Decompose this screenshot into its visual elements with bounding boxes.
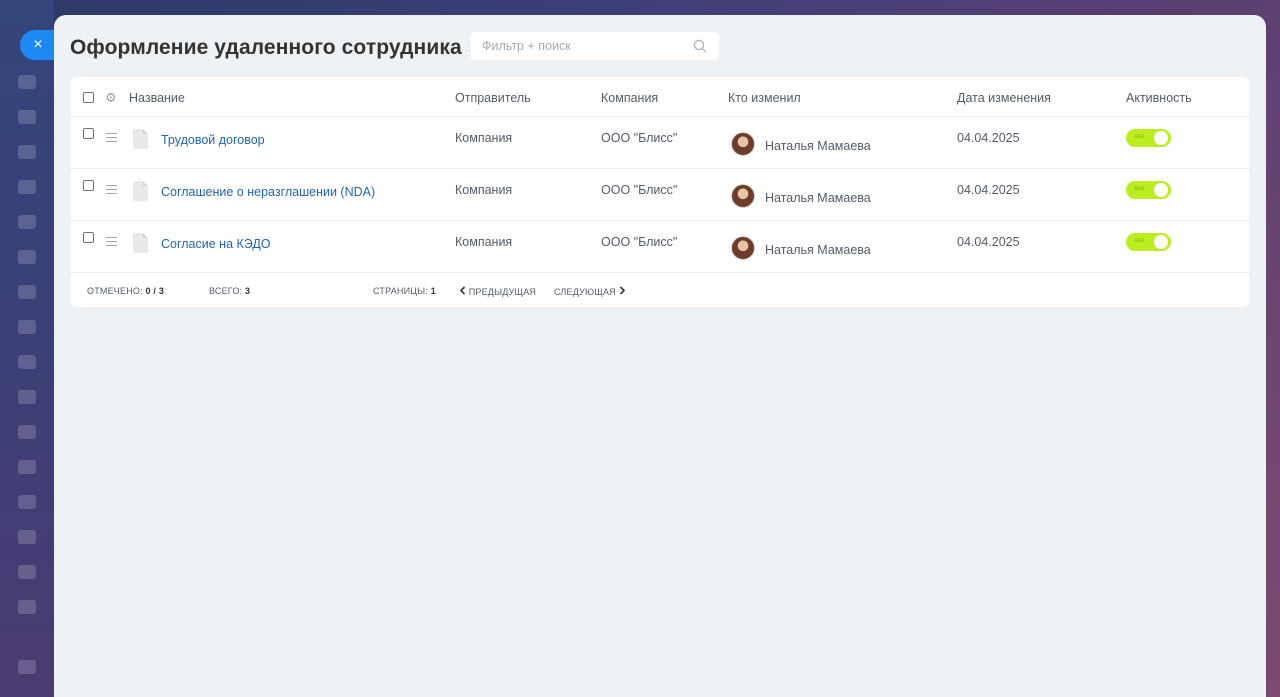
page-title: Оформление удаленного сотрудника	[70, 36, 462, 59]
table-row: Трудовой договор Компания ООО "Блисс" На…	[71, 117, 1249, 169]
background-menu-icon	[18, 320, 36, 334]
table-row: Согласие на КЭДО Компания ООО "Блисс" На…	[71, 221, 1249, 273]
pages-label: Страницы:	[373, 286, 428, 296]
active-toggle[interactable]: вкл	[1126, 181, 1171, 199]
search-input[interactable]: Фильтр + поиск	[470, 32, 719, 60]
background-menu-icon	[18, 75, 36, 89]
active-toggle[interactable]: вкл	[1126, 233, 1171, 251]
toggle-knob	[1154, 235, 1168, 249]
background-menu-icon	[18, 460, 36, 474]
avatar[interactable]	[731, 132, 755, 156]
page-count: Страницы: 1	[373, 286, 436, 296]
pages-value[interactable]: 1	[431, 286, 436, 296]
background-menu-icon	[18, 495, 36, 509]
selected-value: 0 / 3	[145, 286, 165, 296]
background-menu-icon	[18, 565, 36, 579]
documents-table: ⚙ Название Отправитель Компания Кто изме…	[71, 77, 1249, 307]
drag-handle-icon[interactable]	[106, 185, 117, 197]
company-cell: ООО "Блисс"	[601, 131, 678, 145]
column-header-sender[interactable]: Отправитель	[455, 91, 531, 105]
background-menu-icon	[18, 355, 36, 369]
avatar[interactable]	[731, 236, 755, 260]
date-cell: 04.04.2025	[957, 183, 1020, 197]
sender-cell: Компания	[455, 235, 513, 249]
background-menu-icon	[18, 110, 36, 124]
column-header-company[interactable]: Компания	[601, 91, 658, 105]
toggle-label: вкл	[1135, 186, 1145, 192]
select-all-checkbox[interactable]	[83, 92, 94, 103]
row-checkbox[interactable]	[83, 128, 94, 139]
document-icon	[133, 129, 148, 149]
chevron-right-icon	[619, 286, 625, 295]
table-footer: Отмечено: 0 / 3 Всего: 3 Страницы: 1 Пре…	[71, 273, 1249, 307]
background-menu-icon	[18, 390, 36, 404]
prev-page-button[interactable]: Предыдущая	[459, 286, 536, 297]
modified-by-name[interactable]: Наталья Мамаева	[765, 139, 871, 153]
row-checkbox[interactable]	[83, 232, 94, 243]
selected-count: Отмечено: 0 / 3	[87, 286, 164, 296]
column-header-active[interactable]: Активность	[1126, 91, 1192, 105]
background-sidebar	[0, 0, 54, 697]
total-value: 3	[244, 286, 251, 296]
modified-by-name[interactable]: Наталья Мамаева	[765, 191, 871, 205]
background-menu-icon	[18, 530, 36, 544]
document-name-link[interactable]: Согласие на КЭДО	[161, 237, 271, 251]
slider-panel: Оформление удаленного сотрудника Фильтр …	[54, 15, 1266, 697]
selected-label: Отмечено:	[87, 286, 143, 296]
document-name-link[interactable]: Соглашение о неразглашении (NDA)	[161, 185, 375, 199]
background-menu-icon	[18, 250, 36, 264]
total-label: Всего:	[209, 286, 243, 296]
sender-cell: Компания	[455, 183, 513, 197]
document-icon	[133, 233, 148, 253]
next-page-button[interactable]: Следующая	[554, 286, 626, 297]
toggle-knob	[1154, 131, 1168, 145]
prev-label: Предыдущая	[468, 287, 537, 297]
drag-handle-icon[interactable]	[106, 133, 117, 145]
toggle-label: вкл	[1135, 238, 1145, 244]
column-header-modified-date[interactable]: Дата изменения	[957, 91, 1051, 105]
background-menu-icon	[18, 660, 36, 674]
date-cell: 04.04.2025	[957, 235, 1020, 249]
sender-cell: Компания	[455, 131, 513, 145]
column-header-name[interactable]: Название	[129, 91, 185, 105]
next-label: Следующая	[554, 287, 616, 297]
background-menu-icon	[18, 215, 36, 229]
company-cell: ООО "Блисс"	[601, 183, 678, 197]
background-menu-icon	[18, 285, 36, 299]
gear-icon[interactable]: ⚙	[105, 90, 117, 106]
search-icon[interactable]	[693, 39, 707, 53]
document-icon	[133, 181, 148, 201]
toggle-label: вкл	[1135, 134, 1145, 140]
row-checkbox[interactable]	[83, 180, 94, 191]
chevron-left-icon	[459, 286, 466, 295]
search-placeholder: Фильтр + поиск	[482, 39, 571, 53]
background-menu-icon	[18, 425, 36, 439]
close-button[interactable]: ×	[20, 30, 56, 60]
table-row: Соглашение о неразглашении (NDA) Компани…	[71, 169, 1249, 221]
toggle-knob	[1154, 183, 1168, 197]
close-icon: ×	[33, 36, 43, 53]
active-toggle[interactable]: вкл	[1126, 129, 1171, 147]
background-menu-icon	[18, 180, 36, 194]
total-count: Всего: 3	[209, 286, 250, 296]
column-header-modified-by[interactable]: Кто изменил	[728, 91, 801, 105]
avatar[interactable]	[731, 184, 755, 208]
modified-by-name[interactable]: Наталья Мамаева	[765, 243, 871, 257]
header: Оформление удаленного сотрудника	[70, 33, 479, 63]
document-name-link[interactable]: Трудовой договор	[161, 133, 265, 147]
date-cell: 04.04.2025	[957, 131, 1020, 145]
drag-handle-icon[interactable]	[106, 237, 117, 249]
company-cell: ООО "Блисс"	[601, 235, 678, 249]
background-menu-icon	[18, 145, 36, 159]
background-menu-icon	[18, 600, 36, 614]
table-header: ⚙ Название Отправитель Компания Кто изме…	[71, 77, 1249, 117]
